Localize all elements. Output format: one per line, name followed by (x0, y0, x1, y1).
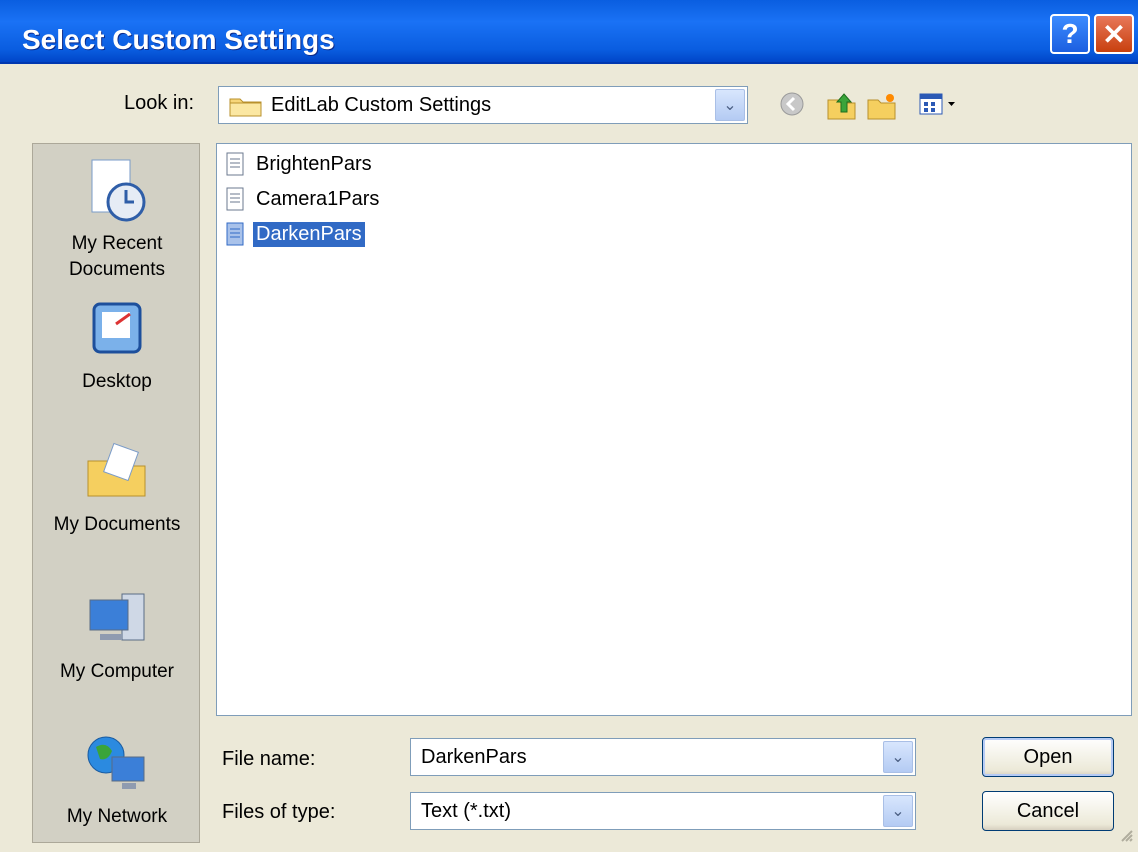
recent-documents-icon (33, 156, 201, 231)
place-my-documents[interactable]: My Documents (33, 437, 201, 538)
places-bar: My Recent Documents Desktop My Documents… (32, 143, 200, 843)
title-bar[interactable]: Select Custom Settings ? ✕ (0, 0, 1138, 64)
chevron-down-icon[interactable]: ⌄ (883, 741, 913, 773)
filename-input[interactable]: DarkenPars ⌄ (410, 738, 916, 776)
folder-icon (229, 95, 263, 122)
help-button[interactable]: ? (1050, 14, 1090, 54)
place-label: My Recent (71, 233, 163, 254)
lookin-label: Look in: (124, 92, 195, 114)
filetype-label: Files of type: (222, 801, 336, 823)
place-label: My Documents (53, 514, 181, 535)
place-desktop[interactable]: Desktop (33, 294, 201, 395)
cancel-button[interactable]: Cancel (982, 791, 1114, 831)
lookin-dropdown[interactable]: EditLab Custom Settings ⌄ (218, 86, 748, 124)
back-icon[interactable] (778, 90, 806, 123)
window-title: Select Custom Settings (22, 24, 335, 55)
close-icon: ✕ (1102, 18, 1126, 50)
place-label: Desktop (82, 371, 152, 392)
place-my-recent-documents[interactable]: My Recent Documents (33, 156, 201, 283)
close-button[interactable]: ✕ (1094, 14, 1134, 54)
text-file-icon (225, 222, 245, 246)
file-name: BrightenPars (256, 152, 372, 175)
my-computer-icon (33, 584, 201, 659)
list-item[interactable]: BrightenPars (225, 149, 375, 179)
filename-value: DarkenPars (421, 746, 527, 768)
list-item[interactable]: Camera1Pars (225, 184, 382, 214)
up-folder-icon[interactable] (826, 90, 858, 127)
help-icon: ? (1061, 18, 1079, 49)
chevron-down-icon[interactable]: ⌄ (715, 89, 745, 121)
resize-grip-icon[interactable] (1120, 829, 1134, 848)
view-menu-icon[interactable] (918, 90, 962, 123)
file-list[interactable]: BrightenPars Camera1Pars DarkenPars (216, 143, 1132, 716)
place-my-computer[interactable]: My Computer (33, 584, 201, 685)
place-label: Documents (68, 259, 166, 280)
place-label: My Network (66, 806, 168, 827)
chevron-down-icon[interactable]: ⌄ (883, 795, 913, 827)
lookin-value: EditLab Custom Settings (271, 94, 492, 116)
open-button[interactable]: Open (982, 737, 1114, 777)
desktop-icon (33, 294, 201, 369)
my-documents-icon (33, 437, 201, 512)
new-folder-icon[interactable] (866, 90, 898, 127)
text-file-icon (225, 152, 245, 176)
file-name: DarkenPars (253, 221, 365, 247)
filetype-value: Text (*.txt) (421, 800, 512, 822)
list-item[interactable]: DarkenPars (225, 219, 365, 249)
file-name: Camera1Pars (256, 187, 380, 210)
filetype-dropdown[interactable]: Text (*.txt) ⌄ (410, 792, 916, 830)
text-file-icon (225, 187, 245, 211)
filename-label: File name: (222, 748, 316, 770)
place-my-network[interactable]: My Network (33, 729, 201, 830)
place-label: My Computer (59, 661, 175, 682)
my-network-icon (33, 729, 201, 804)
